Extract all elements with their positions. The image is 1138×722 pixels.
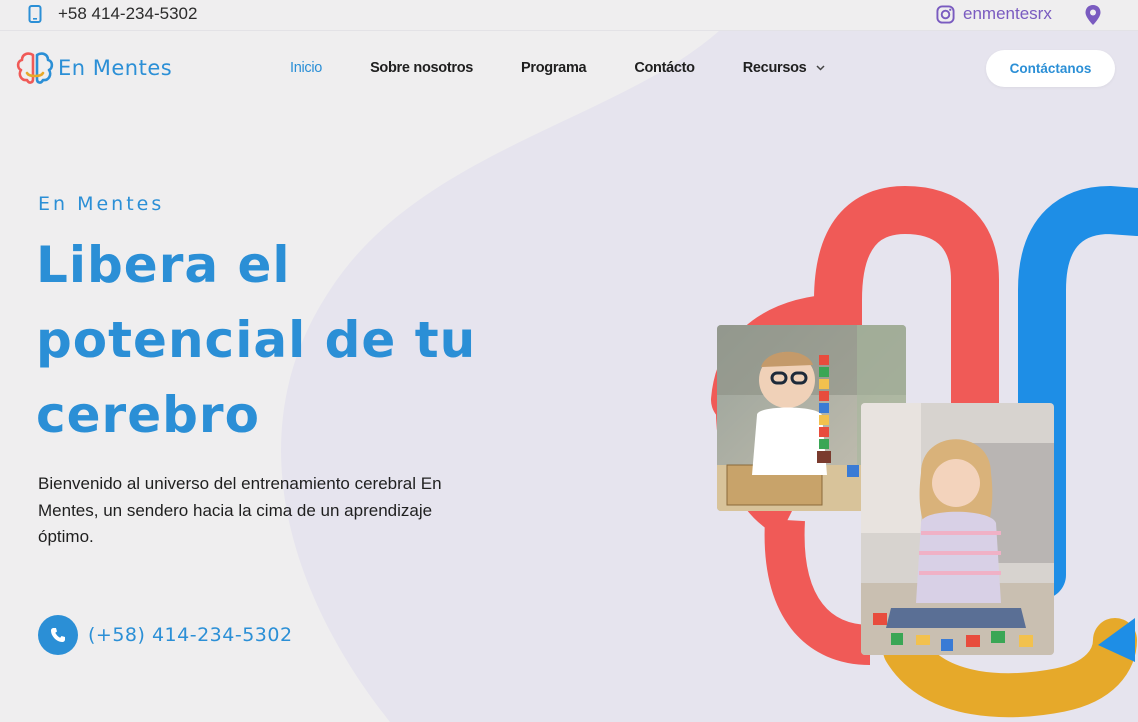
logo-text: En Mentes (58, 56, 173, 80)
topbar-phone-text: +58 414-234-5302 (58, 4, 198, 23)
main-nav: Inicio Sobre nosotros Programa Contácto … (290, 60, 825, 76)
hero-phone-number: (+58) 414-234-5302 (88, 624, 293, 646)
map-pin-icon (1085, 5, 1101, 25)
nav-item-inicio[interactable]: Inicio (290, 60, 322, 76)
chevron-down-icon (816, 65, 825, 71)
brain-logo-icon (16, 52, 54, 84)
location-link[interactable] (1084, 4, 1102, 30)
headline-line: cerebro (36, 386, 260, 444)
headline-line: potencial de tu (36, 311, 477, 369)
hero-headline: Libera el potencial de tu cerebro (36, 228, 596, 453)
contact-us-button[interactable]: Contáctanos (986, 50, 1115, 87)
hero-eyebrow: En Mentes (38, 193, 165, 215)
hero-description: Bienvenido al universo del entrenamiento… (38, 474, 442, 546)
site-header: En Mentes Inicio Sobre nosotros Programa… (0, 31, 1138, 105)
phone-icon (51, 628, 65, 642)
instagram-icon (936, 4, 955, 24)
nav-item-programa[interactable]: Programa (521, 60, 587, 76)
nav-item-contacto[interactable]: Contácto (634, 60, 695, 76)
nav-item-recursos-label: Recursos (742, 60, 807, 76)
phone-icon-badge (38, 615, 78, 655)
nav-item-recursos[interactable]: Recursos (743, 60, 826, 76)
headline-line: Libera el (36, 236, 291, 294)
instagram-handle: enmentesrx (963, 4, 1052, 23)
nav-item-sobre-nosotros[interactable]: Sobre nosotros (370, 60, 473, 76)
girl-playing-toys-photo (861, 403, 1054, 655)
site-logo[interactable]: En Mentes (16, 51, 172, 85)
hero-phone-link[interactable]: (+58) 414-234-5302 (38, 615, 293, 655)
mobile-phone-icon (28, 5, 42, 23)
topbar-phone-link[interactable]: +58 414-234-5302 (28, 4, 197, 24)
top-bar: +58 414-234-5302 enmentesrx (0, 0, 1138, 30)
instagram-link[interactable]: enmentesrx (936, 4, 1052, 24)
